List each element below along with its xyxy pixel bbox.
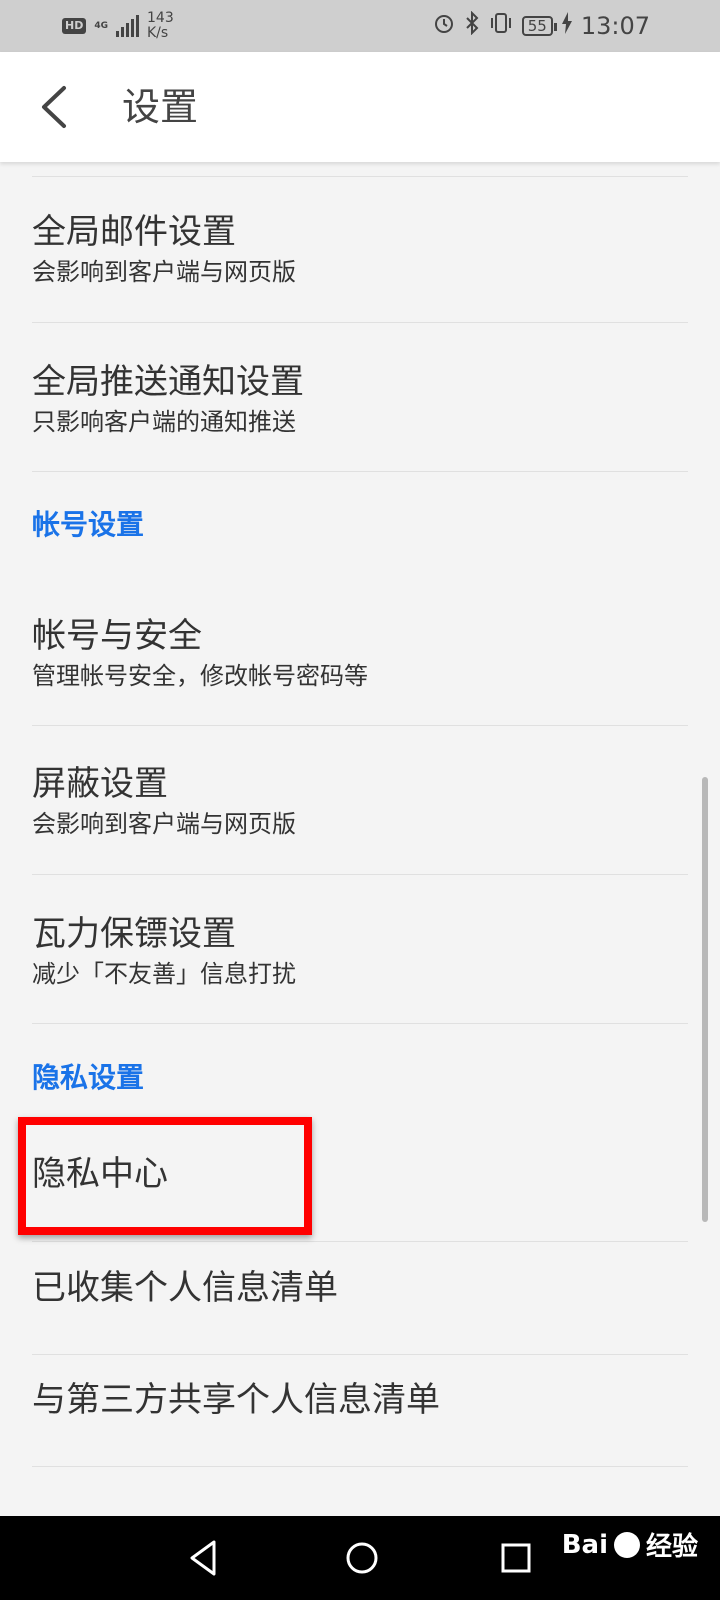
wali-guard-settings-item[interactable]: 瓦力保镖设置 减少「不友善」信息打扰 — [32, 912, 688, 990]
collected-info-list-item[interactable]: 已收集个人信息清单 — [32, 1266, 688, 1310]
status-bar: HD 4G 143 K/s 55 13:07 — [0, 0, 720, 52]
speed-value: 143 — [147, 10, 174, 26]
item-subtitle: 会影响到客户端与网页版 — [32, 258, 296, 286]
back-button[interactable] — [36, 82, 76, 132]
global-mail-settings-item[interactable]: 全局邮件设置 会影响到客户端与网页版 — [32, 210, 688, 288]
divider — [32, 1466, 688, 1467]
item-title: 瓦力保镖设置 — [32, 914, 236, 954]
item-subtitle: 管理帐号安全，修改帐号密码等 — [32, 662, 368, 690]
item-title: 全局推送通知设置 — [32, 362, 304, 402]
speed-unit: K/s — [147, 25, 169, 41]
item-subtitle: 只影响客户端的通知推送 — [32, 408, 296, 436]
annotation-highlight-box — [18, 1117, 312, 1235]
item-title: 与第三方共享个人信息清单 — [32, 1380, 440, 1420]
nav-home-button[interactable] — [342, 1536, 382, 1580]
bluetooth-icon — [464, 10, 480, 41]
square-recent-icon — [501, 1543, 531, 1573]
network-speed: 143 K/s — [147, 11, 174, 41]
divider — [32, 725, 688, 726]
nav-back-button[interactable] — [184, 1536, 224, 1580]
item-title: 全局邮件设置 — [32, 212, 236, 252]
divider — [32, 1241, 688, 1242]
settings-list[interactable]: 全局邮件设置 会影响到客户端与网页版 全局推送通知设置 只影响客户端的通知推送 … — [0, 162, 720, 1516]
scrollbar[interactable] — [702, 777, 708, 1222]
divider — [32, 874, 688, 875]
page-title: 设置 — [122, 85, 199, 129]
watermark-brand: Bai — [561, 1529, 608, 1560]
item-title: 屏蔽设置 — [32, 764, 168, 804]
status-left: HD 4G 143 K/s — [62, 10, 174, 42]
status-right: 55 13:07 — [432, 10, 650, 41]
clock: 13:07 — [580, 12, 650, 40]
nav-recent-button[interactable] — [496, 1536, 536, 1580]
battery-icon: 55 — [521, 16, 557, 36]
back-arrow-icon — [42, 86, 66, 128]
divider — [32, 471, 688, 472]
account-security-item[interactable]: 帐号与安全 管理帐号安全，修改帐号密码等 — [32, 614, 688, 692]
item-title: 帐号与安全 — [32, 616, 202, 656]
third-party-shared-info-list-item[interactable]: 与第三方共享个人信息清单 — [32, 1378, 688, 1422]
global-push-settings-item[interactable]: 全局推送通知设置 只影响客户端的通知推送 — [32, 360, 688, 438]
alarm-icon — [432, 11, 456, 41]
item-title: 已收集个人信息清单 — [32, 1268, 338, 1308]
vibrate-icon — [488, 11, 514, 41]
signal-icon — [116, 15, 139, 37]
triangle-back-icon — [190, 1540, 216, 1576]
app-bar: 设置 — [0, 52, 720, 162]
baidu-jingyan-watermark: Bai 经验 — [562, 1526, 698, 1563]
divider — [32, 1354, 688, 1355]
watermark-suffix: 经验 — [645, 1532, 698, 1562]
system-nav-bar: Bai 经验 — [0, 1516, 720, 1600]
divider — [32, 322, 688, 323]
item-subtitle: 会影响到客户端与网页版 — [32, 810, 296, 838]
network-type-label: 4G — [94, 20, 108, 31]
section-header-privacy: 隐私设置 — [32, 1061, 145, 1094]
item-subtitle: 减少「不友善」信息打扰 — [32, 960, 296, 988]
section-header-account: 帐号设置 — [32, 508, 145, 541]
hd-badge: HD — [62, 18, 87, 34]
paw-logo-icon — [613, 1531, 640, 1558]
circle-home-icon — [346, 1542, 378, 1574]
divider — [32, 1023, 688, 1024]
charging-icon — [561, 12, 573, 40]
block-settings-item[interactable]: 屏蔽设置 会影响到客户端与网页版 — [32, 762, 688, 840]
divider — [32, 176, 688, 177]
